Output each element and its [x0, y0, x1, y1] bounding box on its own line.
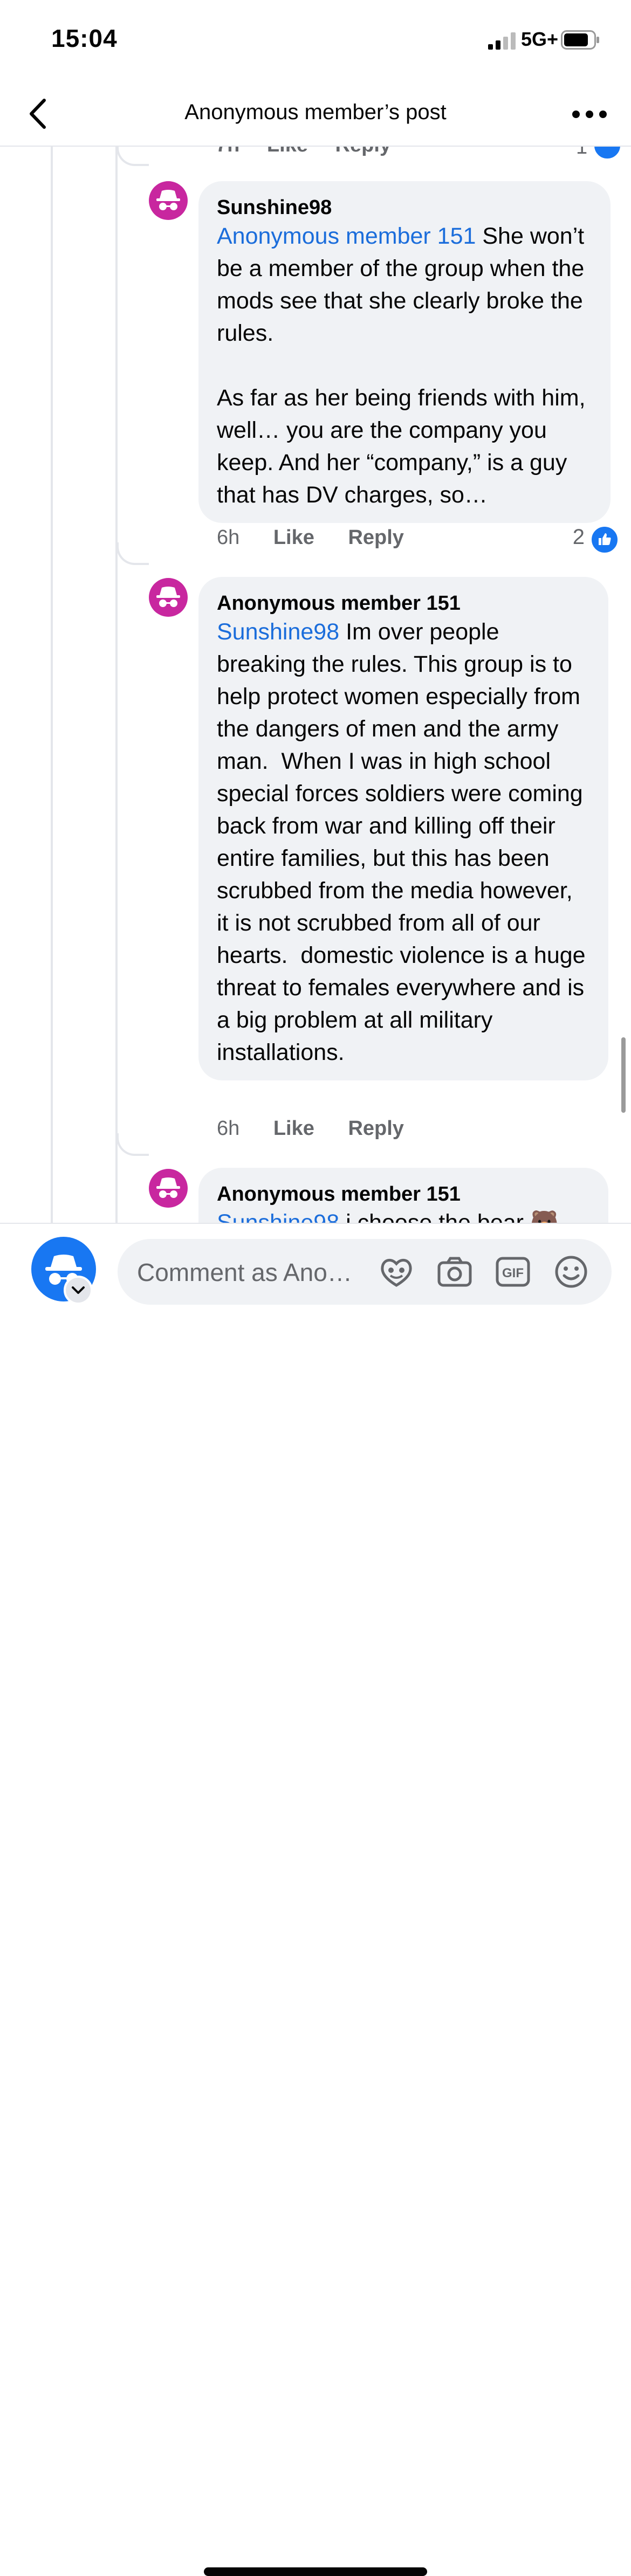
comment-input[interactable]	[136, 1239, 354, 1306]
battery-icon	[561, 30, 599, 50]
anonymous-icon	[156, 587, 180, 607]
comment-body: Im over people breaking the rules. This …	[217, 619, 592, 1065]
avatar[interactable]	[149, 578, 188, 617]
page-title: Anonymous member’s post	[184, 100, 447, 124]
chevron-down-icon[interactable]	[64, 1276, 93, 1305]
like-button[interactable]: Like	[273, 1117, 314, 1140]
comment-body: She won’t be a member of the group when …	[217, 223, 586, 508]
comment-actions: 6h Like Reply	[217, 1117, 432, 1140]
svg-text:GIF: GIF	[502, 1266, 524, 1280]
more-icon[interactable]	[571, 104, 608, 125]
comment-author[interactable]: Anonymous member 151	[217, 591, 590, 616]
gif-icon[interactable]: GIF	[494, 1254, 532, 1290]
thread-line	[51, 147, 53, 1223]
anonymous-icon	[156, 190, 180, 210]
reply-connector	[116, 147, 149, 166]
anonymous-icon	[156, 1177, 180, 1198]
comment-text: Sunshine98 Im over people breaking the r…	[217, 616, 590, 1069]
previous-comment-actions: 7h Like Reply	[216, 147, 413, 157]
comment-body: i choose the bear 🐻	[339, 1210, 559, 1223]
previous-reaction-count: 1	[576, 147, 588, 159]
emoji-icon[interactable]	[552, 1254, 590, 1290]
mention-link[interactable]: Anonymous member 151	[217, 223, 476, 249]
status-bar: 15:04 5G+	[0, 0, 631, 81]
reply-button[interactable]: Reply	[348, 526, 403, 549]
network-label: 5G+	[521, 28, 559, 50]
scrollbar[interactable]	[621, 1037, 626, 1113]
comment-box[interactable]: GIF	[118, 1239, 612, 1306]
like-icon	[590, 525, 619, 554]
comment-time: 6h	[217, 1117, 240, 1140]
comment-text: Sunshine98 i choose the bear 🐻	[217, 1207, 590, 1223]
reaction-count: 2	[572, 525, 585, 549]
home-indicator[interactable]	[204, 2567, 427, 2576]
comment-bubble[interactable]: Anonymous member 151 Sunshine98 i choose…	[198, 1168, 608, 1223]
reply-button[interactable]: Reply	[348, 1117, 403, 1140]
avatar[interactable]	[149, 181, 188, 220]
comment-author[interactable]: Sunshine98	[217, 195, 592, 220]
like-icon	[592, 147, 622, 161]
comment-author[interactable]: Anonymous member 151	[217, 1182, 590, 1207]
comment-composer: GIF	[0, 1223, 631, 2576]
mention-link[interactable]: Sunshine98	[217, 1210, 339, 1223]
avatar-sticker-icon[interactable]	[378, 1254, 415, 1290]
reply-connector	[116, 542, 149, 565]
comment-bubble[interactable]: Sunshine98 Anonymous member 151 She won’…	[198, 181, 611, 523]
previous-comment-reply[interactable]: Reply	[335, 147, 391, 156]
status-time: 15:04	[51, 24, 118, 52]
avatar[interactable]	[149, 1169, 188, 1208]
comment-bubble[interactable]: Anonymous member 151 Sunshine98 Im over …	[198, 577, 608, 1080]
comment-time: 6h	[217, 526, 240, 549]
reply-connector	[116, 1133, 149, 1156]
signal-icon	[488, 32, 516, 50]
comment-actions: 6h Like Reply	[217, 526, 432, 549]
nav-header: Anonymous member’s post	[0, 81, 631, 147]
camera-icon[interactable]	[436, 1254, 474, 1290]
comment-text: Anonymous member 151 She won’t be a memb…	[217, 220, 592, 511]
mention-link[interactable]: Sunshine98	[217, 619, 339, 645]
thread-line	[115, 147, 118, 1223]
comment-thread[interactable]: 7h Like Reply 1 Sunshine98 Anonymous mem…	[0, 147, 631, 1223]
previous-comment-like[interactable]: Like	[267, 147, 308, 156]
previous-comment-time: 7h	[216, 147, 239, 156]
like-button[interactable]: Like	[273, 526, 314, 549]
reaction-summary[interactable]: 2	[572, 525, 619, 554]
